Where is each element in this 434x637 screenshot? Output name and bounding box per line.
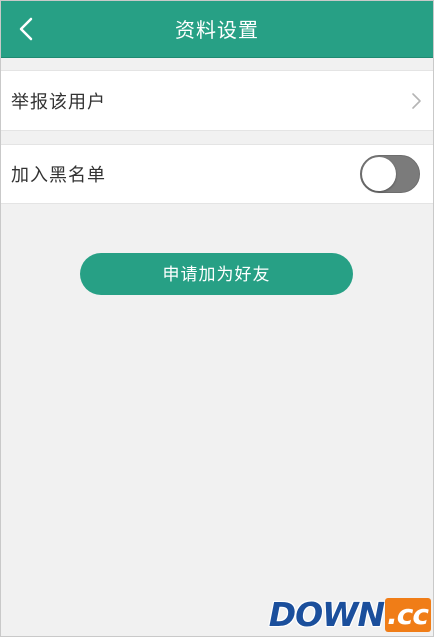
blacklist-toggle[interactable] [360, 155, 420, 193]
watermark-main: DOWN [268, 595, 385, 634]
blacklist-label: 加入黑名单 [11, 165, 106, 186]
toggle-knob [362, 157, 396, 191]
chevron-right-icon [412, 92, 421, 109]
watermark-suffix: .cc [385, 598, 431, 632]
report-user-row[interactable]: 举报该用户 [1, 70, 433, 131]
blacklist-row: 加入黑名单 [1, 144, 433, 204]
watermark-logo: DOWN .cc [269, 596, 431, 634]
report-user-label: 举报该用户 [11, 91, 106, 113]
title-bar: 资料设置 [1, 1, 433, 58]
add-friend-button[interactable]: 申请加为好友 [80, 253, 353, 295]
page-title: 资料设置 [175, 18, 259, 42]
app-screen: 资料设置 举报该用户 加入黑名单 申请加为好友 DOWN .cc [0, 0, 434, 637]
